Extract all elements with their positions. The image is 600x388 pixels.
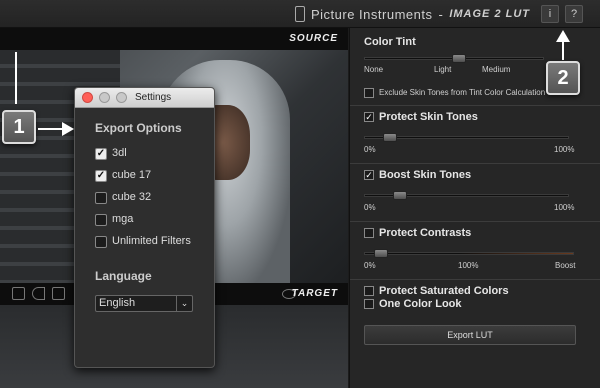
folder-icon[interactable]: [52, 287, 65, 300]
export-lut-button[interactable]: Export LUT: [364, 325, 576, 345]
contrasts-min: 0%: [364, 261, 376, 270]
protect-skin-min: 0%: [364, 145, 376, 154]
product-name: IMAGE 2 LUT: [449, 8, 530, 20]
protect-skin-label: Protect Skin Tones: [379, 111, 478, 123]
protect-contrasts-section: Protect Contrasts 0% 100% Boost: [350, 222, 600, 280]
exclude-skin-checkbox[interactable]: [364, 88, 374, 98]
option-unlimited-filters[interactable]: Unlimited Filters: [95, 234, 205, 250]
option-cube17[interactable]: ✓ cube 17: [95, 168, 205, 184]
option-cube17-label: cube 17: [112, 169, 152, 181]
one-color-label: One Color Look: [379, 298, 462, 310]
checkbox-unlimited-filters[interactable]: [95, 236, 107, 248]
source-label[interactable]: SOURCE: [289, 33, 338, 44]
boost-skin-min: 0%: [364, 203, 376, 212]
option-mga[interactable]: mga: [95, 212, 205, 228]
tint-label-light: Light: [434, 65, 452, 74]
protect-contrasts-checkbox[interactable]: [364, 228, 374, 238]
protect-skin-checkbox[interactable]: ✓: [364, 112, 374, 122]
brand-name: Picture Instruments: [310, 6, 433, 22]
callout-1-connector: [15, 52, 17, 104]
boost-skin-slider-knob[interactable]: [392, 191, 407, 200]
minimize-window-icon[interactable]: [99, 92, 110, 103]
contrasts-max: Boost: [555, 261, 576, 270]
protect-contrasts-label: Protect Contrasts: [379, 227, 472, 239]
boost-skin-section: ✓ Boost Skin Tones 0% 100%: [350, 164, 600, 222]
option-cube32-label: cube 32: [112, 191, 152, 203]
color-tint-slider-knob[interactable]: [451, 54, 466, 63]
settings-title: Settings: [135, 92, 172, 103]
chevron-down-icon[interactable]: ⌄: [176, 296, 192, 311]
misc-options-section: Protect Saturated Colors One Color Look: [350, 280, 600, 318]
tint-label-none: None: [364, 65, 384, 74]
protect-contrasts-slider-knob[interactable]: [373, 249, 388, 258]
picture-instruments-logo-icon: [294, 6, 305, 22]
language-heading: Language: [95, 269, 152, 283]
settings-dialog: Settings Export Options ✓ 3dl ✓ cube 17 …: [74, 87, 215, 368]
protect-contrasts-slider-track[interactable]: [364, 252, 574, 255]
export-options-heading: Export Options: [95, 121, 182, 135]
protect-skin-max: 100%: [554, 145, 575, 154]
callout-badge-2: 2: [546, 61, 580, 95]
boost-skin-label: Boost Skin Tones: [379, 169, 472, 181]
checkbox-mga[interactable]: [95, 214, 107, 226]
option-cube32[interactable]: cube 32: [95, 190, 205, 206]
title-bar: Picture Instruments - IMAGE 2 LUT i ?: [0, 0, 600, 28]
language-select[interactable]: English ⌄: [95, 295, 193, 312]
brand-separator: -: [438, 6, 444, 22]
source-bar: SOURCE: [0, 28, 348, 50]
checkbox-3dl[interactable]: ✓: [95, 148, 107, 160]
contrasts-mid: 100%: [458, 261, 479, 270]
boost-skin-checkbox[interactable]: ✓: [364, 170, 374, 180]
protect-saturated-checkbox[interactable]: [364, 286, 374, 296]
settings-titlebar[interactable]: Settings: [75, 88, 214, 108]
help-button[interactable]: ?: [565, 5, 583, 23]
protect-saturated-label: Protect Saturated Colors: [379, 285, 509, 297]
save-icon[interactable]: [12, 287, 25, 300]
option-mga-label: mga: [112, 213, 134, 225]
language-value: English: [99, 297, 136, 309]
checkbox-cube17[interactable]: ✓: [95, 170, 107, 182]
callout-2-connector: [562, 40, 564, 60]
checkbox-cube32[interactable]: [95, 192, 107, 204]
tint-label-medium: Medium: [482, 65, 511, 74]
app-brand: Picture Instruments - IMAGE 2 LUT: [294, 6, 530, 22]
option-3dl-label: 3dl: [112, 147, 127, 159]
zoom-window-icon[interactable]: [116, 92, 127, 103]
callout-1-arrow-icon: [62, 122, 74, 136]
callout-1-arrow-line: [38, 128, 64, 130]
protect-skin-section: ✓ Protect Skin Tones 0% 100%: [350, 106, 600, 164]
one-color-checkbox[interactable]: [364, 299, 374, 309]
close-window-icon[interactable]: [82, 92, 93, 103]
option-3dl[interactable]: ✓ 3dl: [95, 146, 205, 162]
boost-skin-max: 100%: [554, 203, 575, 212]
moon-icon[interactable]: [32, 287, 45, 300]
option-unlimited-filters-label: Unlimited Filters: [112, 235, 191, 247]
exclude-skin-label: Exclude Skin Tones from Tint Color Calcu…: [379, 88, 546, 97]
target-label[interactable]: TARGET: [292, 288, 338, 299]
info-button[interactable]: i: [541, 5, 559, 23]
protect-skin-slider-knob[interactable]: [383, 133, 398, 142]
color-tint-title: Color Tint: [364, 36, 416, 48]
callout-badge-1: 1: [2, 110, 36, 144]
